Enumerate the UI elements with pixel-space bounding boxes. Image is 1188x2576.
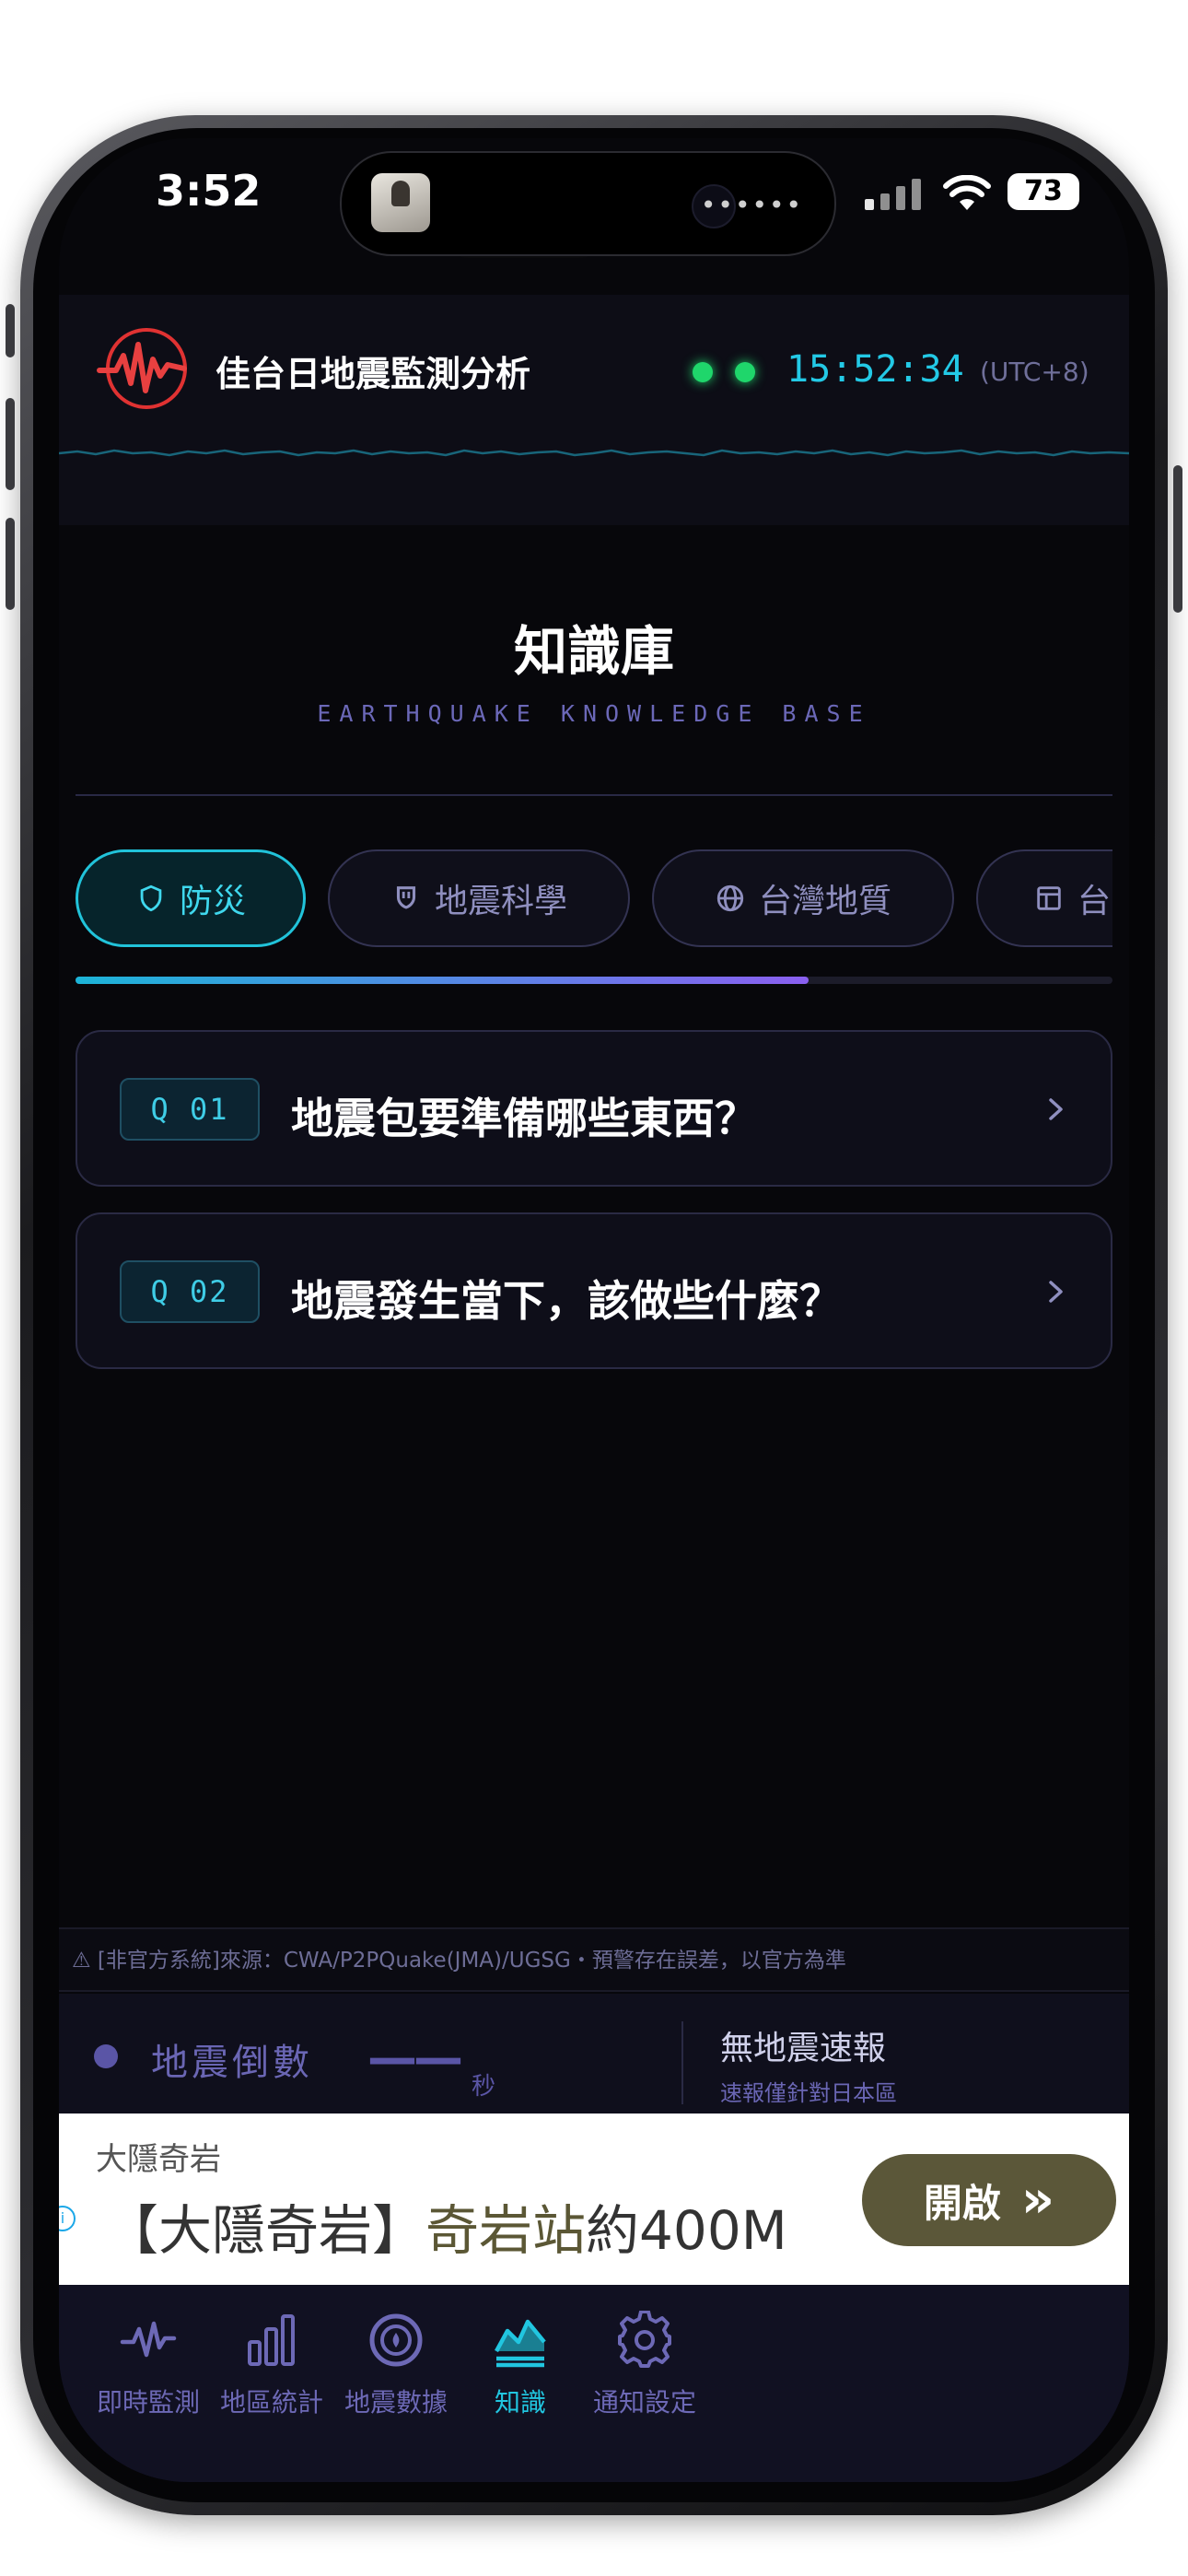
- nav-label: 知識: [494, 2387, 546, 2418]
- tab-label: 台灣地質: [758, 883, 891, 920]
- countdown-unit: 秒: [472, 2073, 496, 2101]
- ad-brand: 大隱奇岩: [96, 2141, 221, 2178]
- gear-icon: [618, 2311, 671, 2368]
- status-dot-secondary: [735, 362, 755, 382]
- volume-up-button: [6, 398, 15, 490]
- bottom-navigation: 即時監測 地區統計 地震數據 知識 通知設定: [59, 2285, 1129, 2482]
- ad-headline[interactable]: 【大隱奇岩】奇岩站約400M: [105, 2187, 787, 2265]
- tab-more[interactable]: 台: [976, 849, 1112, 947]
- screen: 3:52 •••••• 73 佳台日地震監測分析 15:52:34 (UTC+8…: [59, 138, 1129, 2482]
- double-chevron-right-icon: »: [1020, 2170, 1055, 2230]
- ad-headline-suffix: 約400M: [586, 2199, 787, 2262]
- pulse-icon: [120, 2321, 177, 2358]
- question-text: 地震發生當下，該做些什麼？: [291, 1276, 842, 1326]
- ad-info-icon[interactable]: i: [59, 2206, 76, 2231]
- page-subtitle: EARTHQUAKE KNOWLEDGE BASE: [317, 700, 871, 727]
- cellular-signal-icon: [865, 177, 921, 210]
- divider: [76, 794, 1112, 796]
- timezone-label: (UTC+8): [980, 357, 1089, 387]
- chevron-right-icon: [1049, 1281, 1063, 1303]
- nav-item-notification-settings[interactable]: 通知設定: [543, 2311, 746, 2419]
- wifi-icon: [943, 175, 991, 210]
- audio-dots-icon: ••••••: [700, 190, 803, 220]
- question-number-badge: Q 02: [120, 1260, 260, 1323]
- power-button: [1173, 465, 1182, 613]
- layout-icon: [1037, 886, 1061, 910]
- category-tabs[interactable]: 防災 地震科學 台灣地質 台: [76, 849, 1112, 951]
- countdown-status-dot: [94, 2044, 118, 2068]
- tab-scroll-progress-fill: [76, 977, 809, 984]
- faq-item[interactable]: Q 02 地震發生當下，該做些什麼？: [76, 1212, 1112, 1369]
- volume-down-button: [6, 518, 15, 610]
- dynamic-island[interactable]: ••••••: [340, 151, 836, 256]
- app-header: 佳台日地震監測分析 15:52:34 (UTC+8): [59, 295, 1129, 525]
- nav-label: 通知設定: [592, 2387, 696, 2418]
- target-icon: [369, 2313, 423, 2367]
- alert-status: 無地震速報: [720, 2030, 887, 2067]
- alert-note: 速報僅針對日本區: [720, 2080, 897, 2106]
- ad-open-label: 開啟: [923, 2180, 1001, 2226]
- app-title: 佳台日地震監測分析: [215, 354, 531, 394]
- tab-label: 台: [1077, 883, 1112, 920]
- earthquake-countdown-bar: 地震倒數 —— 秒 無地震速報 速報僅針對日本區: [59, 1994, 1129, 2113]
- tab-taiwan-geology[interactable]: 台灣地質: [652, 849, 954, 947]
- tab-label: 防災: [179, 883, 246, 920]
- battery-indicator: 73: [1007, 173, 1079, 210]
- live-clock: 15:52:34: [786, 348, 964, 391]
- action-button: [6, 304, 15, 357]
- shield-icon: [140, 884, 162, 912]
- divider: [681, 2021, 683, 2104]
- chevron-right-icon: [1049, 1098, 1063, 1120]
- ad-open-button[interactable]: 開啟 »: [862, 2154, 1116, 2246]
- source-disclaimer: ⚠ [非官方系統]來源：CWA/P2PQuake(JMA)/UGSG・預警存在誤…: [59, 1927, 1129, 1992]
- question-number-badge: Q 01: [120, 1078, 260, 1141]
- countdown-label: 地震倒數: [151, 2042, 313, 2084]
- bar-chart-icon: [248, 2314, 295, 2366]
- album-art-icon[interactable]: [371, 173, 430, 232]
- countdown-value: ——: [367, 2029, 463, 2087]
- ad-headline-highlight: 奇岩站: [425, 2199, 587, 2262]
- ad-banner[interactable]: i 大隱奇岩 【大隱奇岩】奇岩站約400M 開啟 »: [59, 2113, 1129, 2285]
- tab-label: 地震科學: [434, 883, 567, 920]
- globe-icon: [716, 884, 744, 912]
- tab-scroll-progress: [76, 977, 1112, 984]
- seismic-waveform: [59, 449, 1129, 457]
- seismograph-logo-icon: [97, 328, 187, 409]
- faq-item[interactable]: Q 01 地震包要準備哪些東西？: [76, 1030, 1112, 1187]
- status-time: 3:52: [156, 166, 262, 216]
- status-dot-primary: [693, 362, 713, 382]
- tab-disaster-prevention[interactable]: 防災: [76, 849, 306, 947]
- question-text: 地震包要準備哪些東西？: [291, 1094, 757, 1143]
- shield-badge-icon: [396, 886, 416, 909]
- page-title: 知識庫: [513, 620, 674, 683]
- chart-area-icon: [495, 2319, 546, 2368]
- ad-headline-prefix: 【大隱奇岩】: [105, 2199, 426, 2262]
- tab-earthquake-science[interactable]: 地震科學: [328, 849, 630, 947]
